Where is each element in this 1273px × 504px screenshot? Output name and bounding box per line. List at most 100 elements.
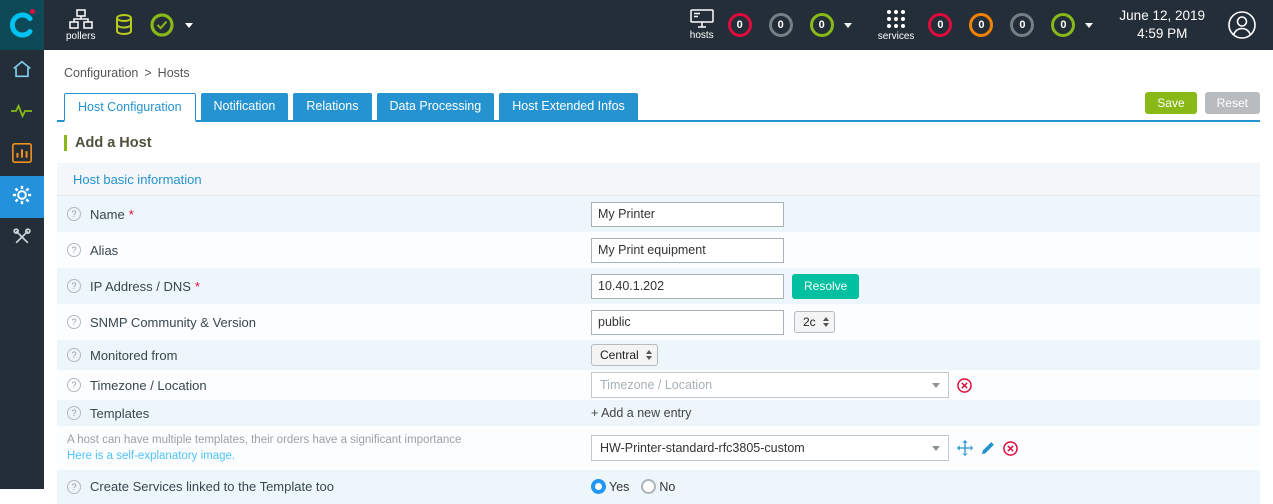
snmp-version-select[interactable]: 2c: [794, 311, 835, 333]
services-menu[interactable]: services: [878, 9, 914, 42]
tab-relations[interactable]: Relations: [293, 93, 372, 120]
template-select-dropdown[interactable]: HW-Printer-standard-rfc3805-custom: [591, 435, 949, 461]
centreon-logo[interactable]: [0, 0, 44, 50]
alias-input[interactable]: [591, 237, 784, 263]
centreon-c-icon: [9, 12, 33, 38]
help-icon[interactable]: ?: [67, 243, 81, 257]
timezone-label-cell: ? Timezone / Location: [57, 378, 591, 393]
poller-status-ok-icon[interactable]: [149, 12, 175, 38]
form-row-templates: ? Templates + Add a new entry: [57, 400, 1260, 426]
user-avatar[interactable]: [1227, 10, 1257, 40]
templates-help-link[interactable]: Here is a self-explanatory image.: [67, 448, 591, 464]
home-icon: [11, 58, 33, 85]
help-icon[interactable]: ?: [67, 348, 81, 362]
services-ok-badge[interactable]: 0: [1051, 13, 1076, 37]
tab-host-extended-infos[interactable]: Host Extended Infos: [499, 93, 638, 120]
monitored-value-cell: Central: [591, 344, 658, 366]
hosts-status-badges: 0 0 0: [727, 13, 834, 37]
pollers-menu[interactable]: pollers: [66, 8, 96, 42]
timezone-value-cell: Timezone / Location: [591, 372, 972, 398]
reset-button[interactable]: Reset: [1204, 92, 1260, 114]
sidebar-item-monitoring[interactable]: [0, 92, 44, 134]
services-unknown-badge[interactable]: 0: [1010, 13, 1035, 37]
breadcrumb: Configuration > Hosts: [64, 66, 1260, 80]
host-form: ? Name * ? Alias ? IP Address / DNS *: [57, 196, 1260, 504]
chevron-down-icon[interactable]: [1085, 22, 1094, 28]
monitored-from-select[interactable]: Central: [591, 344, 658, 366]
tab-notification[interactable]: Notification: [200, 93, 289, 120]
clock: June 12, 2019 4:59 PM: [1119, 7, 1205, 43]
hosts-up-badge[interactable]: 0: [809, 13, 834, 37]
form-row-ip: ? IP Address / DNS * Resolve: [57, 268, 1260, 304]
hosts-menu[interactable]: hosts: [690, 9, 714, 41]
breadcrumb-hosts[interactable]: Hosts: [158, 66, 190, 80]
ip-input[interactable]: [591, 273, 784, 299]
template-move-icon[interactable]: [957, 440, 973, 456]
alias-value-cell: [591, 237, 784, 263]
services-critical-badge[interactable]: 0: [928, 13, 953, 37]
save-button[interactable]: Save: [1145, 92, 1197, 114]
name-value-cell: [591, 201, 784, 227]
required-mark: *: [128, 206, 134, 222]
sidebar-item-administration[interactable]: [0, 218, 44, 260]
help-icon[interactable]: ?: [67, 279, 81, 293]
template-delete-icon[interactable]: [1003, 440, 1018, 456]
snmp-version-value: 2c: [803, 315, 816, 329]
timezone-dropdown[interactable]: Timezone / Location: [591, 372, 949, 398]
add-template-entry-link[interactable]: + Add a new entry: [591, 406, 691, 420]
snmp-label: SNMP Community & Version: [90, 314, 256, 330]
ip-label: IP Address / DNS: [90, 278, 191, 294]
create-services-yes-label[interactable]: Yes: [609, 480, 629, 494]
resolve-button[interactable]: Resolve: [792, 273, 860, 299]
help-icon[interactable]: ?: [67, 479, 81, 494]
select-spinner-icon: [822, 317, 829, 327]
database-status-icon[interactable]: [113, 13, 135, 37]
chevron-down-icon[interactable]: [185, 22, 194, 28]
section-header-text: Host basic information: [73, 171, 202, 187]
sidebar-item-home[interactable]: [0, 50, 44, 92]
help-icon[interactable]: ?: [67, 406, 81, 420]
create-services-yes-radio[interactable]: [591, 479, 606, 494]
tab-bar: Host Configuration Notification Relation…: [57, 92, 1260, 122]
sidebar-item-reporting[interactable]: [0, 134, 44, 176]
templates-label-cell: ? Templates: [57, 406, 591, 421]
create-services-no-label[interactable]: No: [659, 480, 675, 494]
services-icon: [886, 9, 906, 29]
sidebar-item-configuration[interactable]: [0, 176, 44, 218]
hosts-down-badge[interactable]: 0: [727, 13, 752, 37]
snmp-label-cell: ? SNMP Community & Version: [57, 315, 591, 330]
breadcrumb-configuration[interactable]: Configuration: [64, 66, 138, 80]
notification-dot: [30, 9, 35, 14]
tools-icon: [12, 227, 32, 252]
pollers-label: pollers: [66, 30, 96, 42]
monitored-from-value: Central: [600, 348, 639, 362]
template-edit-icon[interactable]: [981, 441, 995, 455]
form-actions: Save Reset: [1145, 92, 1260, 120]
tab-data-processing[interactable]: Data Processing: [376, 93, 495, 120]
help-icon[interactable]: ?: [67, 315, 81, 329]
timezone-clear-icon[interactable]: [957, 377, 972, 393]
page-title: Add a Host: [64, 135, 1260, 151]
form-row-alias: ? Alias: [57, 232, 1260, 268]
templates-add-cell: + Add a new entry: [591, 406, 691, 420]
top-bar: pollers hosts 0 0 0 services 0 0 0 0 Jun…: [0, 0, 1273, 50]
main-content: Configuration > Hosts Host Configuration…: [44, 50, 1273, 504]
heartbeat-icon: [10, 101, 34, 126]
snmp-community-input[interactable]: [591, 309, 784, 335]
create-services-label: Create Services linked to the Template t…: [90, 479, 335, 494]
templates-value-cell: HW-Printer-standard-rfc3805-custom: [591, 435, 1018, 461]
hosts-unreachable-badge[interactable]: 0: [768, 13, 793, 37]
name-input[interactable]: [591, 201, 784, 227]
help-icon[interactable]: ?: [67, 378, 81, 392]
services-status-badges: 0 0 0 0: [928, 13, 1076, 37]
templates-help-text: A host can have multiple templates, thei…: [67, 434, 462, 446]
ip-label-cell: ? IP Address / DNS *: [57, 279, 591, 294]
form-row-name: ? Name *: [57, 196, 1260, 232]
monitored-from-label: Monitored from: [90, 347, 178, 363]
chevron-down-icon[interactable]: [843, 22, 852, 28]
timezone-placeholder: Timezone / Location: [600, 378, 713, 392]
create-services-no-radio[interactable]: [641, 479, 657, 494]
help-icon[interactable]: ?: [67, 207, 81, 221]
tab-host-configuration[interactable]: Host Configuration: [64, 93, 196, 122]
services-warning-badge[interactable]: 0: [969, 13, 994, 37]
